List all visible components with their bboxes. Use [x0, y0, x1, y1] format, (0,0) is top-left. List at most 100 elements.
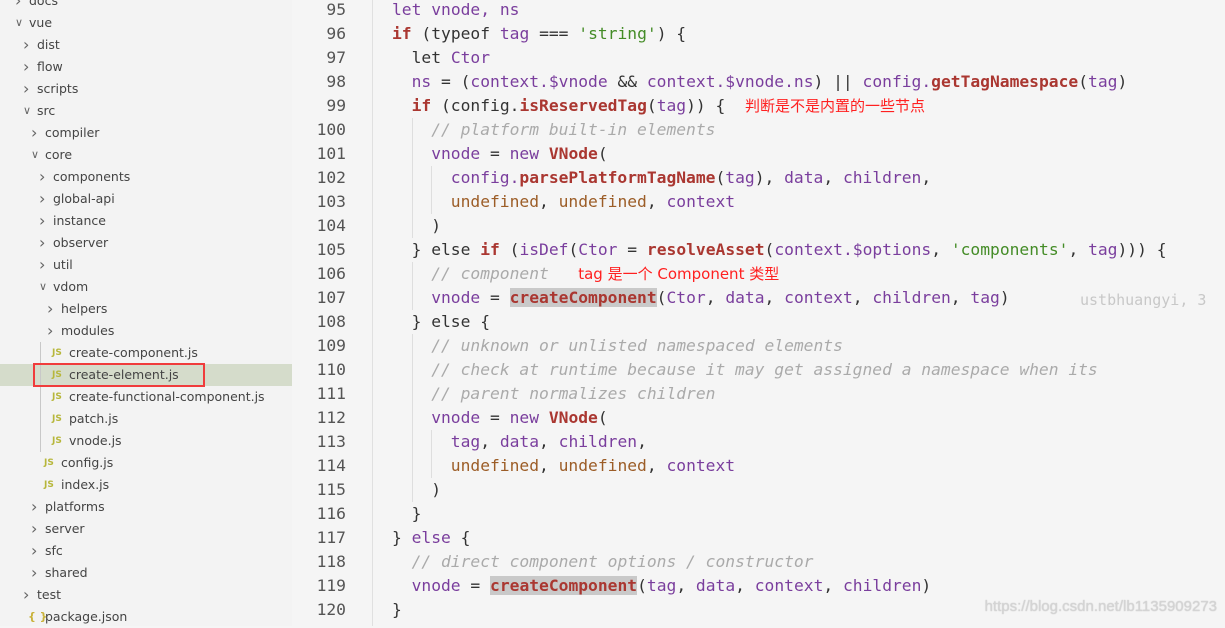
code-token: data — [695, 576, 736, 595]
chevron-right-icon[interactable]: › — [23, 584, 33, 606]
js-file-icon: JS — [44, 458, 54, 468]
code-line[interactable]: 110 // check at runtime because it may ge… — [292, 358, 1225, 382]
tree-file[interactable]: { } package.json — [0, 606, 292, 628]
code-line[interactable]: 105} else if (isDef(Ctor = resolveAsset(… — [292, 238, 1225, 262]
line-number: 98 — [326, 72, 346, 91]
tree-folder[interactable]: › platforms — [0, 496, 292, 518]
tree-folder[interactable]: › modules — [0, 320, 292, 342]
chevron-right-icon[interactable]: › — [39, 210, 49, 232]
tree-file[interactable]: JS config.js — [0, 452, 292, 474]
tree-file[interactable]: JS create-functional-component.js — [0, 386, 292, 408]
tree-folder[interactable]: › global-api — [0, 188, 292, 210]
chevron-right-icon[interactable]: › — [39, 188, 49, 210]
chevron-right-icon[interactable]: › — [47, 298, 57, 320]
tree-folder[interactable]: › docs — [0, 0, 292, 12]
line-number: 100 — [316, 120, 346, 139]
code-line[interactable]: 103 undefined, undefined, context — [292, 190, 1225, 214]
tree-folder[interactable]: › util — [0, 254, 292, 276]
code-content: } else if (isDef(Ctor = resolveAsset(con… — [392, 238, 1167, 262]
tree-folder[interactable]: › shared — [0, 562, 292, 584]
code-token: if — [392, 24, 412, 43]
tree-folder[interactable]: ∨ core — [0, 144, 292, 166]
chevron-down-icon[interactable]: ∨ — [23, 100, 33, 122]
tree-folder[interactable]: ∨ src — [0, 100, 292, 122]
code-line[interactable]: 116} — [292, 502, 1225, 526]
chevron-right-icon[interactable]: › — [15, 0, 25, 12]
tree-folder[interactable]: › observer — [0, 232, 292, 254]
code-token: , — [539, 456, 559, 475]
line-number: 119 — [316, 576, 346, 595]
code-token: ( — [715, 168, 726, 187]
tree-folder[interactable]: › instance — [0, 210, 292, 232]
line-number: 117 — [316, 528, 346, 547]
code-line[interactable]: 113 tag, data, children, — [292, 430, 1225, 454]
code-line[interactable]: 119 vnode = createComponent(tag, data, co… — [292, 574, 1225, 598]
code-line[interactable]: 104) — [292, 214, 1225, 238]
indent-guide — [392, 502, 412, 526]
tree-folder[interactable]: › compiler — [0, 122, 292, 144]
chevron-right-icon[interactable]: › — [39, 232, 49, 254]
tree-folder[interactable]: › test — [0, 584, 292, 606]
chevron-right-icon[interactable]: › — [31, 122, 41, 144]
code-token: if — [480, 240, 500, 259]
tree-item-label: instance — [53, 213, 106, 228]
code-token: ) { — [656, 24, 687, 43]
code-line[interactable]: 95 let vnode, ns — [292, 0, 1225, 22]
tree-folder[interactable]: › helpers — [0, 298, 292, 320]
tree-file[interactable]: JS patch.js — [0, 408, 292, 430]
chevron-down-icon[interactable]: ∨ — [31, 144, 41, 166]
tree-folder[interactable]: › components — [0, 166, 292, 188]
code-line[interactable]: 111 // parent normalizes children — [292, 382, 1225, 406]
chevron-right-icon[interactable]: › — [31, 562, 41, 584]
chevron-right-icon[interactable]: › — [23, 78, 33, 100]
code-line[interactable]: 106 // component tag 是一个 Component 类型 — [292, 262, 1225, 286]
code-line[interactable]: 114 undefined, undefined, context — [292, 454, 1225, 478]
chevron-right-icon[interactable]: › — [31, 518, 41, 540]
chevron-right-icon[interactable]: › — [39, 166, 49, 188]
indent-guide — [411, 382, 432, 406]
chevron-right-icon[interactable]: › — [47, 320, 57, 342]
code-line[interactable]: 102 config.parsePlatformTagName(tag), dat… — [292, 166, 1225, 190]
code-line[interactable]: 117} else { — [292, 526, 1225, 550]
indent-guide — [392, 262, 412, 286]
tree-file[interactable]: JS vnode.js — [0, 430, 292, 452]
code-content: if (config.isReservedTag(tag)) { 判断是不是内置… — [392, 94, 925, 118]
line-number: 95 — [326, 0, 346, 19]
chevron-right-icon[interactable]: › — [39, 254, 49, 276]
code-line[interactable]: 108} else { — [292, 310, 1225, 334]
chevron-down-icon[interactable]: ∨ — [15, 12, 25, 34]
tree-folder[interactable]: › flow — [0, 56, 292, 78]
code-line[interactable]: 118 // direct component options / constru… — [292, 550, 1225, 574]
code-line[interactable]: 100 // platform built-in elements — [292, 118, 1225, 142]
js-file-icon: JS — [52, 348, 62, 358]
indent-guide — [392, 478, 412, 502]
chevron-right-icon[interactable]: › — [23, 56, 33, 78]
code-token: , — [950, 288, 971, 307]
code-content: tag, data, children, — [392, 430, 647, 454]
code-line[interactable]: 96 if (typeof tag === 'string') { — [292, 22, 1225, 46]
tree-folder[interactable]: › dist — [0, 34, 292, 56]
tree-folder[interactable]: ∨ vdom — [0, 276, 292, 298]
code-line[interactable]: 101 vnode = new VNode( — [292, 142, 1225, 166]
code-line[interactable]: 97 let Ctor — [292, 46, 1225, 70]
code-editor[interactable]: 95 let vnode, ns 96 if (typeof tag === 'str… — [292, 0, 1225, 626]
tree-file[interactable]: JS index.js — [0, 474, 292, 496]
indent-guide — [392, 310, 412, 334]
chevron-right-icon[interactable]: › — [31, 540, 41, 562]
code-comment: // parent normalizes children — [431, 384, 716, 403]
tree-item-label: helpers — [61, 301, 108, 316]
code-line[interactable]: 99 if (config.isReservedTag(tag)) { 判断是不是… — [292, 94, 1225, 118]
tree-folder[interactable]: › sfc — [0, 540, 292, 562]
code-line[interactable]: 98 ns = (context.$vnode && context.$vnode… — [292, 70, 1225, 94]
code-line[interactable]: 112 vnode = new VNode( — [292, 406, 1225, 430]
chevron-right-icon[interactable]: › — [23, 34, 33, 56]
tree-folder[interactable]: › scripts — [0, 78, 292, 100]
code-content: vnode = new VNode( — [392, 406, 608, 430]
chevron-down-icon[interactable]: ∨ — [39, 276, 49, 298]
code-line[interactable]: 109 // unknown or unlisted namespaced ele… — [292, 334, 1225, 358]
tree-file[interactable]: JS create-component.js — [0, 342, 292, 364]
code-line[interactable]: 115) — [292, 478, 1225, 502]
tree-folder[interactable]: › server — [0, 518, 292, 540]
tree-folder[interactable]: ∨ vue — [0, 12, 292, 34]
chevron-right-icon[interactable]: › — [31, 496, 41, 518]
